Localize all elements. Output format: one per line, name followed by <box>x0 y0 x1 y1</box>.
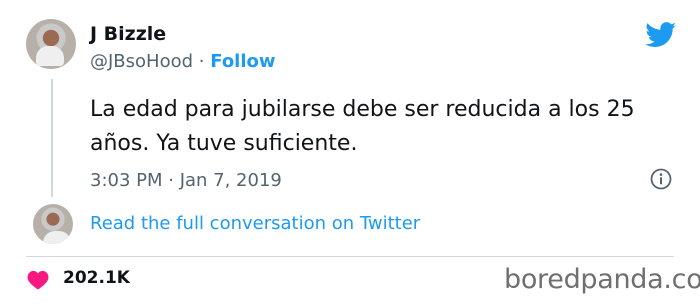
info-icon[interactable] <box>650 168 672 190</box>
author-name[interactable]: J Bizzle <box>90 23 166 45</box>
follow-button[interactable]: Follow <box>210 51 275 72</box>
author-avatar[interactable] <box>26 19 76 69</box>
heart-icon[interactable] <box>27 270 49 290</box>
handle-separator: · <box>198 51 205 72</box>
like-count: 202.1K <box>63 268 130 288</box>
tweet-text: La edad para jubilarse debe ser reducida… <box>90 97 635 156</box>
thread-line <box>51 79 53 197</box>
twitter-bird-icon[interactable] <box>645 22 677 48</box>
reply-avatar[interactable] <box>33 204 73 244</box>
author-handle[interactable]: @JBsoHood <box>90 51 193 72</box>
author-handle-row: @JBsoHood · Follow <box>90 51 276 72</box>
tweet-timestamp[interactable]: 3:03 PM · Jan 7, 2019 <box>90 170 282 191</box>
watermark: boredpanda.com <box>504 264 700 295</box>
divider <box>26 256 674 257</box>
read-conversation-link[interactable]: Read the full conversation on Twitter <box>90 213 420 234</box>
